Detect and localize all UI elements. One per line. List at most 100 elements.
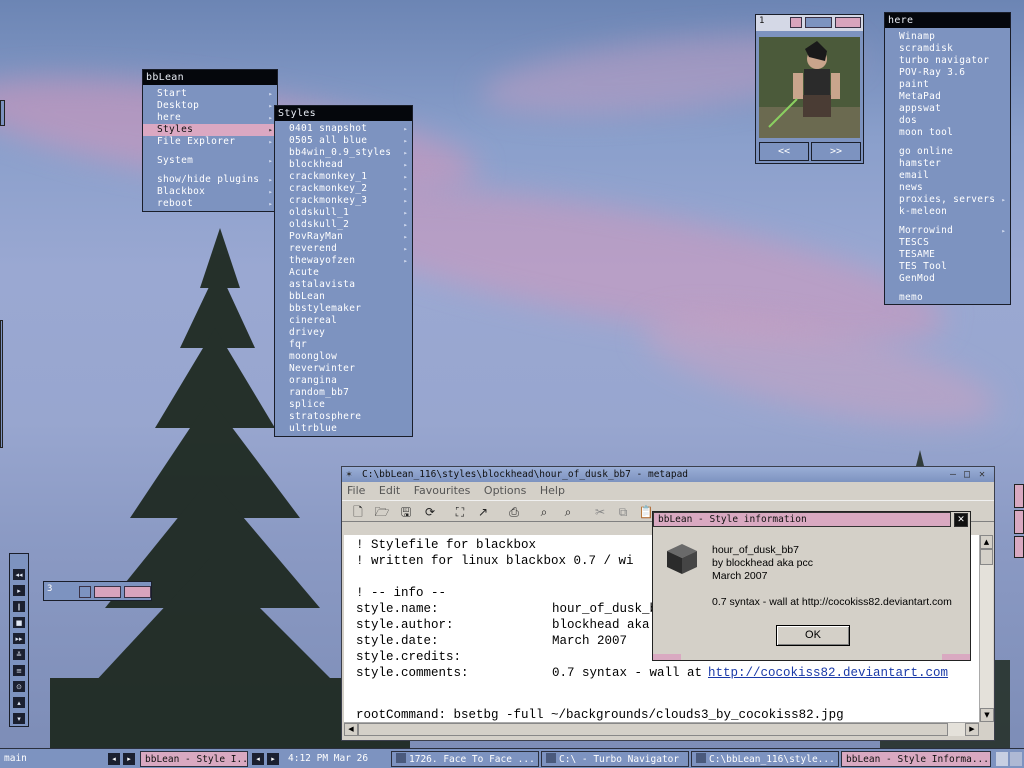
play-icon[interactable]: ▸ bbox=[12, 584, 26, 597]
replace-icon[interactable]: ⌕ bbox=[560, 504, 576, 520]
style-menu-item[interactable]: 0401 snapshot ▸ bbox=[275, 123, 412, 135]
horizontal-scrollbar[interactable]: ◀ ▶ bbox=[344, 722, 979, 736]
here-menu-item[interactable]: GenMod bbox=[885, 273, 1010, 285]
save-icon[interactable]: 🖫 bbox=[398, 504, 414, 520]
tray-speaker-icon[interactable] bbox=[996, 752, 1008, 766]
scroll-right-icon[interactable]: ▶ bbox=[965, 723, 979, 736]
comment-link[interactable]: http://cocokiss82.deviantart.com bbox=[708, 665, 948, 681]
new-file-icon[interactable]: 🗋 bbox=[350, 504, 366, 520]
prev-image-button[interactable]: << bbox=[759, 142, 809, 161]
here-menu-item[interactable]: proxies, servers ▸ bbox=[885, 194, 1010, 206]
style-menu-item[interactable]: oldskull_2 ▸ bbox=[275, 219, 412, 231]
close-icon[interactable]: ✕ bbox=[954, 513, 968, 527]
here-menu-item[interactable]: memo bbox=[885, 292, 1010, 304]
edge-widget[interactable] bbox=[1014, 510, 1024, 534]
prev-workspace-icon[interactable]: ◂ bbox=[108, 753, 120, 765]
launch-icon[interactable]: ↗ bbox=[475, 504, 491, 520]
style-menu-item[interactable]: cinereal bbox=[275, 315, 412, 327]
copy-icon[interactable]: ⧉ bbox=[615, 504, 631, 520]
here-menu-item[interactable]: news bbox=[885, 182, 1010, 194]
here-menu-item[interactable]: dos bbox=[885, 115, 1010, 127]
style-menu-item[interactable]: random_bb7 bbox=[275, 387, 412, 399]
playlist-icon[interactable]: ≡ bbox=[12, 664, 26, 677]
style-menu-item[interactable]: reverend ▸ bbox=[275, 243, 412, 255]
style-menu-item[interactable]: oldskull_1 ▸ bbox=[275, 207, 412, 219]
here-menu-item[interactable]: TESAME bbox=[885, 249, 1010, 261]
here-menu-item[interactable]: TES Tool bbox=[885, 261, 1010, 273]
style-menu-item[interactable]: thewayofzen ▸ bbox=[275, 255, 412, 267]
here-menu-item[interactable]: Winamp bbox=[885, 31, 1010, 43]
menu-item-show-hide-plugins[interactable]: show/hide plugins ▸ bbox=[143, 174, 277, 186]
task-button[interactable]: 1726. Face To Face ... bbox=[391, 751, 539, 767]
style-menu-item[interactable]: drivey bbox=[275, 327, 412, 339]
scroll-down-icon[interactable]: ▼ bbox=[980, 708, 994, 722]
style-menu-item[interactable]: blockhead ▸ bbox=[275, 159, 412, 171]
find-icon[interactable]: ⌕ bbox=[536, 504, 552, 520]
task-button[interactable]: C:\ - Turbo Navigator bbox=[541, 751, 689, 767]
here-menu-item[interactable]: TESCS bbox=[885, 237, 1010, 249]
pause-icon[interactable]: ∥ bbox=[12, 600, 26, 613]
here-menu-item[interactable]: turbo navigator bbox=[885, 55, 1010, 67]
here-menu-item[interactable]: go online bbox=[885, 146, 1010, 158]
workspace-name[interactable]: main bbox=[0, 751, 104, 767]
edge-widget[interactable] bbox=[1014, 536, 1024, 558]
vertical-scrollbar[interactable]: ▲ ▼ bbox=[979, 535, 994, 722]
style-menu-item[interactable]: astalavista bbox=[275, 279, 412, 291]
pager-button[interactable] bbox=[790, 17, 802, 28]
edge-widget[interactable] bbox=[1014, 484, 1024, 508]
here-menu-item[interactable]: POV-Ray 3.6 bbox=[885, 67, 1010, 79]
dialog-title-bar[interactable]: bbLean - Style information bbox=[653, 512, 951, 527]
scroll-left-icon[interactable]: ◀ bbox=[344, 723, 358, 736]
volume-up-icon[interactable]: ▴ bbox=[12, 696, 26, 709]
open-folder-icon[interactable]: 🗁 bbox=[374, 504, 390, 520]
style-menu-item[interactable]: orangina bbox=[275, 375, 412, 387]
here-menu-item[interactable]: moon tool bbox=[885, 127, 1010, 139]
style-menu-item[interactable]: bbstylemaker bbox=[275, 303, 412, 315]
next-workspace-icon[interactable]: ▸ bbox=[123, 753, 135, 765]
active-task-label[interactable]: bbLean - Style I... bbox=[140, 751, 248, 767]
here-menu-item[interactable]: paint bbox=[885, 79, 1010, 91]
here-menu-item[interactable]: Morrowind ▸ bbox=[885, 225, 1010, 237]
here-menu-item[interactable]: k-meleon bbox=[885, 206, 1010, 218]
style-menu-item[interactable]: splice bbox=[275, 399, 412, 411]
style-menu-item[interactable]: moonglow bbox=[275, 351, 412, 363]
menu-item-system[interactable]: System ▸ bbox=[143, 155, 277, 167]
menu-favourites[interactable]: Favourites bbox=[414, 484, 471, 497]
menu-item-desktop[interactable]: Desktop ▸ bbox=[143, 100, 277, 112]
print-icon[interactable]: ⎙ bbox=[506, 504, 522, 520]
close-icon[interactable]: ✕ bbox=[979, 467, 985, 482]
pager-button[interactable] bbox=[94, 586, 121, 598]
next-image-button[interactable]: >> bbox=[811, 142, 861, 161]
style-menu-item[interactable]: fqr bbox=[275, 339, 412, 351]
maximize-icon[interactable]: □ bbox=[964, 467, 970, 482]
pager-button[interactable] bbox=[79, 586, 91, 598]
prev-task-icon[interactable]: ◂ bbox=[252, 753, 264, 765]
style-menu-item[interactable]: crackmonkey_3 ▸ bbox=[275, 195, 412, 207]
here-menu-item[interactable]: hamster bbox=[885, 158, 1010, 170]
style-menu-item[interactable]: ultrblue bbox=[275, 423, 412, 435]
menu-item-blackbox[interactable]: Blackbox ▸ bbox=[143, 186, 277, 198]
pager-button[interactable] bbox=[805, 17, 832, 28]
here-menu-item[interactable]: scramdisk bbox=[885, 43, 1010, 55]
rewind-icon[interactable]: ◂◂ bbox=[12, 568, 26, 581]
menu-options[interactable]: Options bbox=[484, 484, 526, 497]
eject-icon[interactable]: ≚ bbox=[12, 648, 26, 661]
pager-button[interactable] bbox=[124, 586, 151, 598]
menu-file[interactable]: File bbox=[347, 484, 365, 497]
edge-widget[interactable] bbox=[0, 100, 5, 126]
fast-forward-icon[interactable]: ▸▸ bbox=[12, 632, 26, 645]
menu-item-here[interactable]: here ▸ bbox=[143, 112, 277, 124]
refresh-icon[interactable]: ⟳ bbox=[422, 504, 438, 520]
scroll-up-icon[interactable]: ▲ bbox=[980, 535, 993, 549]
task-button[interactable]: bbLean - Style Informa... bbox=[841, 751, 991, 767]
menu-edit[interactable]: Edit bbox=[379, 484, 400, 497]
next-task-icon[interactable]: ▸ bbox=[267, 753, 279, 765]
style-menu-item[interactable]: bbLean bbox=[275, 291, 412, 303]
scroll-thumb[interactable] bbox=[358, 723, 948, 736]
edge-widget[interactable] bbox=[0, 320, 3, 448]
menu-item-file-explorer[interactable]: File Explorer ▸ bbox=[143, 136, 277, 148]
style-menu-item[interactable]: Acute bbox=[275, 267, 412, 279]
window-title-bar[interactable]: C:\bbLean_116\styles\blockhead\hour_of_d… bbox=[342, 467, 994, 482]
volume-down-icon[interactable]: ▾ bbox=[12, 712, 26, 725]
here-menu-item[interactable]: email bbox=[885, 170, 1010, 182]
